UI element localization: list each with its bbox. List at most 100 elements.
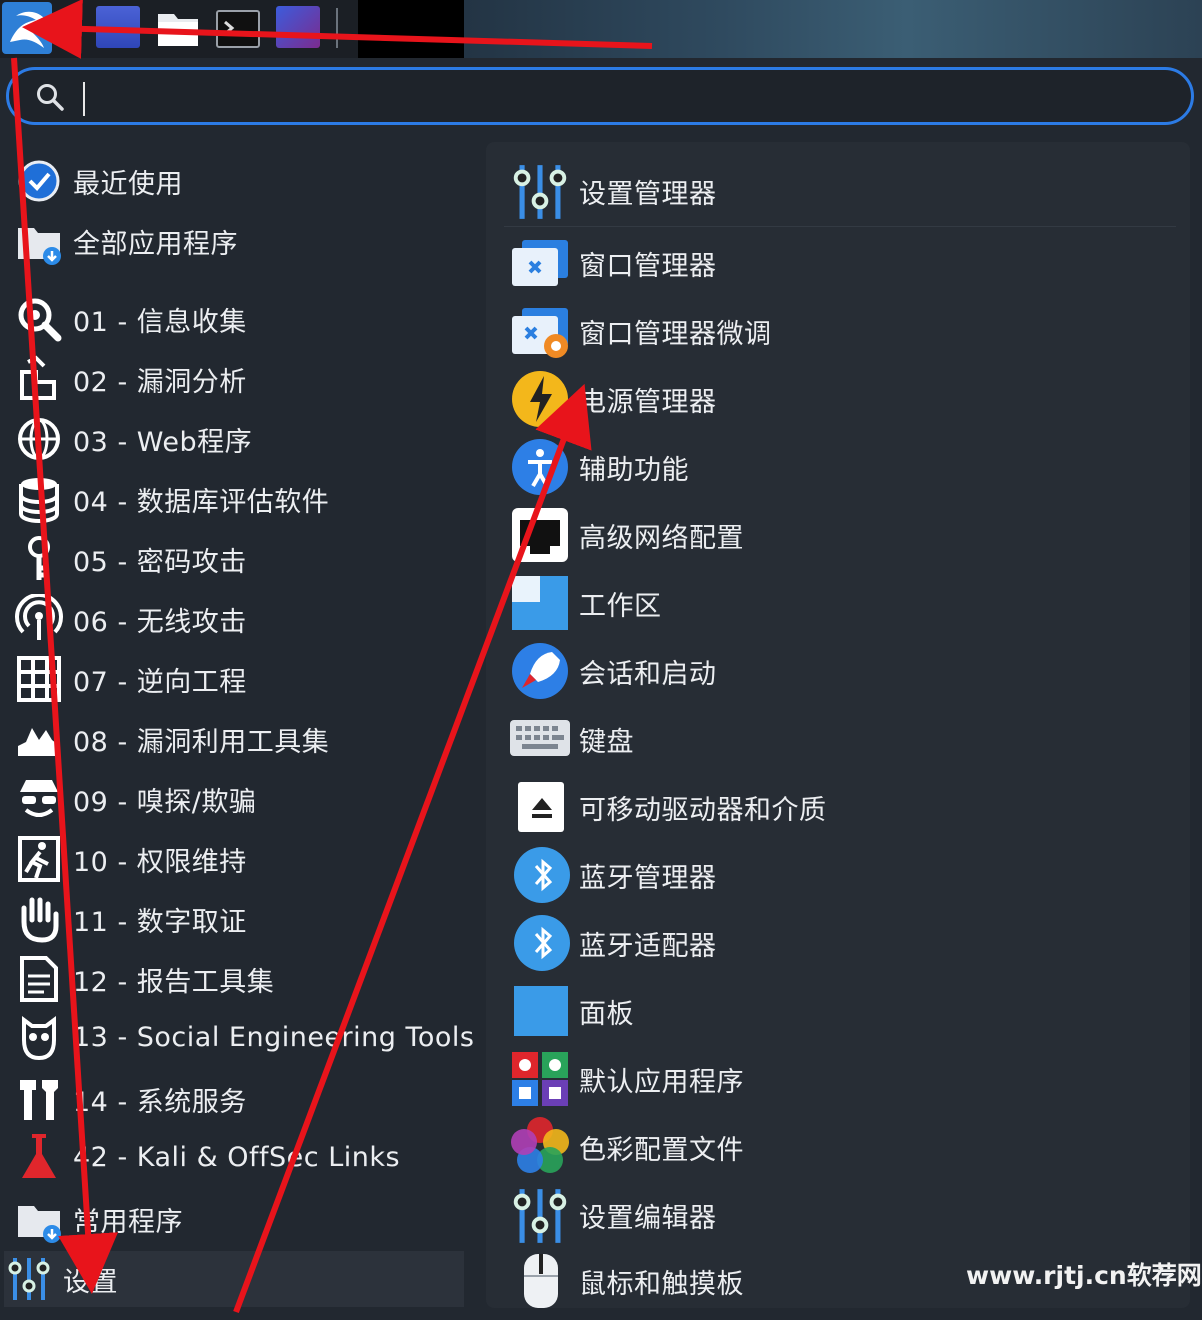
key-icon	[14, 534, 64, 584]
default-apps-icon	[508, 1048, 572, 1110]
settings-item-bt-manager[interactable]: 蓝牙管理器	[508, 844, 1168, 906]
accessibility-icon	[508, 436, 572, 498]
settings-item-keyboard[interactable]: 键盘	[508, 708, 1168, 770]
settings-item-removable[interactable]: 可移动驱动器和介质	[508, 776, 1168, 838]
category-c42[interactable]: 42 - Kali & OffSec Links	[14, 1129, 464, 1185]
settings-item-accessibility[interactable]: 辅助功能	[508, 436, 1168, 498]
category-label: 06 - 无线攻击	[73, 606, 247, 638]
search-input[interactable]	[81, 78, 1165, 116]
settings-item-settings-manager[interactable]: 设置管理器	[508, 160, 1168, 222]
settings-item-color-profiles[interactable]: 色彩配置文件	[508, 1116, 1168, 1178]
document-icon	[14, 954, 64, 1004]
category-c02[interactable]: 02 - 漏洞分析	[14, 351, 464, 407]
category-label: 14 - 系统服务	[73, 1086, 247, 1118]
category-c01[interactable]: 01 - 信息收集	[14, 291, 464, 347]
settings-item-label: 色彩配置文件	[579, 1134, 744, 1166]
category-c03[interactable]: 03 - Web程序	[14, 411, 464, 467]
settings-item-label: 蓝牙适配器	[579, 930, 717, 962]
settings-item-label: 键盘	[579, 726, 634, 758]
desktop-wallpaper	[464, 0, 1202, 58]
window-manager-icon	[508, 232, 572, 294]
category-c06[interactable]: 06 - 无线攻击	[14, 591, 464, 647]
category-c09[interactable]: 09 - 嗅探/欺骗	[14, 771, 464, 827]
settings-item-label: 鼠标和触摸板	[579, 1268, 744, 1300]
category-label: 常用程序	[73, 1206, 183, 1238]
category-label: 12 - 报告工具集	[73, 966, 275, 998]
color-wheel-icon	[508, 1116, 572, 1178]
category-label: 最近使用	[73, 168, 183, 200]
rocket-icon	[508, 640, 572, 702]
settings-item-label: 会话和启动	[579, 658, 717, 690]
settings-item-settings-editor[interactable]: 设置编辑器	[508, 1184, 1168, 1246]
settings-item-window-manager[interactable]: 窗口管理器	[508, 232, 1168, 294]
settings-item-workspaces[interactable]: 工作区	[508, 572, 1168, 634]
category-label: 07 - 逆向工程	[73, 666, 247, 698]
settings-item-window-tweaks[interactable]: 窗口管理器微调	[508, 300, 1168, 362]
settings-item-default-apps[interactable]: 默认应用程序	[508, 1048, 1168, 1110]
settings-item-label: 默认应用程序	[579, 1066, 744, 1098]
category-recent[interactable]: 最近使用	[14, 153, 464, 209]
settings-item-label: 窗口管理器	[579, 250, 717, 282]
window-tweaks-icon	[508, 300, 572, 362]
terminal-icon[interactable]	[216, 10, 260, 48]
category-c12[interactable]: 12 - 报告工具集	[14, 951, 464, 1007]
file-manager-icon[interactable]	[156, 6, 200, 48]
category-label: 01 - 信息收集	[73, 306, 247, 338]
settings-item-label: 工作区	[579, 590, 662, 622]
category-label: 05 - 密码攻击	[73, 546, 247, 578]
category-label: 设置	[63, 1266, 118, 1298]
mouse-icon	[508, 1250, 572, 1312]
clock-icon	[14, 156, 64, 206]
sliders-icon	[4, 1254, 54, 1304]
runner-icon	[14, 834, 64, 884]
settings-item-network[interactable]: 高级网络配置	[508, 504, 1168, 566]
settings-item-label: 辅助功能	[579, 454, 689, 486]
sliders-icon	[508, 160, 572, 222]
globe-icon	[14, 414, 64, 464]
kali-dragon-icon	[10, 11, 44, 49]
category-c11[interactable]: 11 - 数字取证	[14, 891, 464, 947]
category-all[interactable]: 全部应用程序	[14, 213, 464, 269]
panel-divider	[504, 226, 1176, 227]
settings-item-label: 可移动驱动器和介质	[579, 794, 827, 826]
bluetooth-icon	[508, 912, 572, 974]
taskbar-separator	[336, 8, 338, 48]
category-label: 10 - 权限维持	[73, 846, 247, 878]
taskbar	[0, 0, 1202, 58]
category-c05[interactable]: 05 - 密码攻击	[14, 531, 464, 587]
settings-item-label: 设置编辑器	[579, 1202, 717, 1234]
tools-icon	[14, 1074, 64, 1124]
settings-item-session[interactable]: 会话和启动	[508, 640, 1168, 702]
settings-item-power-manager[interactable]: 电源管理器	[508, 368, 1168, 430]
keyboard-icon	[508, 708, 572, 770]
search-bar[interactable]	[6, 67, 1194, 125]
category-label: 42 - Kali & OffSec Links	[73, 1141, 401, 1173]
category-settings[interactable]: 设置	[4, 1251, 464, 1307]
category-c08[interactable]: 08 - 漏洞利用工具集	[14, 711, 464, 767]
web-browser-icon[interactable]	[276, 6, 320, 48]
category-c10[interactable]: 10 - 权限维持	[14, 831, 464, 887]
kali-menu-button[interactable]	[2, 2, 52, 54]
magnifier-icon	[14, 294, 64, 344]
category-c04[interactable]: 04 - 数据库评估软件	[14, 471, 464, 527]
folder-usual-icon	[14, 1194, 64, 1244]
bluetooth-icon	[508, 844, 572, 906]
search-icon	[37, 84, 64, 111]
category-c07[interactable]: 07 - 逆向工程	[14, 651, 464, 707]
category-c14[interactable]: 14 - 系统服务	[14, 1071, 464, 1127]
folder-apps-icon	[14, 216, 64, 266]
category-c13[interactable]: 13 - Social Engineering Tools	[14, 1009, 474, 1065]
settings-item-bt-adapter[interactable]: 蓝牙适配器	[508, 912, 1168, 974]
text-cursor	[83, 82, 85, 116]
reverse-icon	[14, 654, 64, 704]
mask-icon	[14, 1012, 64, 1062]
workspace-icon	[508, 572, 572, 634]
watermark: www.rjtj.cn软荐网	[966, 1261, 1202, 1290]
show-desktop-icon[interactable]	[96, 6, 140, 48]
category-usual[interactable]: 常用程序	[14, 1191, 464, 1247]
settings-item-label: 高级网络配置	[579, 522, 744, 554]
settings-item-label: 设置管理器	[579, 178, 717, 210]
database-icon	[14, 474, 64, 524]
settings-item-panel[interactable]: 面板	[508, 980, 1168, 1042]
settings-item-label: 窗口管理器微调	[579, 318, 772, 350]
